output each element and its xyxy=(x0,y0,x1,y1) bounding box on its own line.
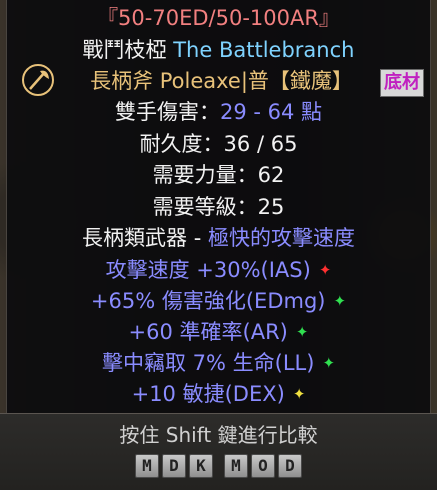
mod-text: 攻擊速度 +30%(IAS) xyxy=(105,258,311,282)
key-cap: D xyxy=(278,454,302,478)
mdkmod-keys: M D K M O D xyxy=(0,454,437,478)
weapon-class: 長柄類武器 - xyxy=(82,226,208,250)
base-item-badge: 底材 xyxy=(380,69,424,97)
star-icon: ✦ xyxy=(292,385,306,403)
mod-text: +60 準確率(AR) xyxy=(128,320,288,344)
mod-text: +10 敏捷(DEX) xyxy=(131,382,285,406)
footer-divider xyxy=(0,413,437,414)
key-cap: K xyxy=(189,454,213,478)
star-icon: ✦ xyxy=(295,323,309,341)
mod-text: +65% 傷害強化(EDmg) xyxy=(90,289,326,313)
key-cap: D xyxy=(162,454,186,478)
footer-panel: 按住 Shift 鍵進行比較 xyxy=(0,413,437,490)
unique-name-en: The Battlebranch xyxy=(173,38,355,62)
key-cap: M xyxy=(224,454,248,478)
mod-line: +10 敏捷(DEX) ✦ xyxy=(7,380,430,408)
durability-line: 耐久度：36 / 65 xyxy=(139,132,298,156)
damage-line: 雙手傷害：29 - 64 點 xyxy=(7,98,430,126)
base-item-line: 長柄斧 Poleaxe|普【鐵魔】 xyxy=(90,69,353,93)
mod-line: +65% 傷害強化(EDmg) ✦ xyxy=(7,287,430,315)
attack-speed-class: 極快的攻擊速度 xyxy=(207,226,355,250)
damage-value: 29 - 64 點 xyxy=(219,100,323,124)
req-level-line: 需要等級：25 xyxy=(152,195,285,219)
star-icon: ✦ xyxy=(333,292,347,310)
unique-name-zh: 戰鬥枝椏 xyxy=(82,38,167,62)
unique-name: 戰鬥枝椏 The Battlebranch xyxy=(7,36,430,64)
mod-line: 擊中竊取 7% 生命(LL) ✦ xyxy=(7,349,430,377)
req-strength-line: 需要力量：62 xyxy=(152,163,285,187)
mod-line: 攻擊速度 +30%(IAS) ✦ xyxy=(7,256,430,284)
mod-text: 擊中竊取 7% 生命(LL) xyxy=(101,351,315,375)
key-cap: O xyxy=(251,454,275,478)
weapon-class-line: 長柄類武器 - 極快的攻擊速度 xyxy=(7,224,430,252)
affix-title: 『50-70ED/50-100AR』 xyxy=(97,6,340,30)
damage-label: 雙手傷害： xyxy=(114,100,220,124)
compare-hint: 按住 Shift 鍵進行比較 xyxy=(119,423,318,447)
key-cap: M xyxy=(135,454,159,478)
mod-line: +60 準確率(AR) ✦ xyxy=(7,318,430,346)
star-icon: ✦ xyxy=(322,354,336,372)
star-icon: ✦ xyxy=(318,261,332,279)
